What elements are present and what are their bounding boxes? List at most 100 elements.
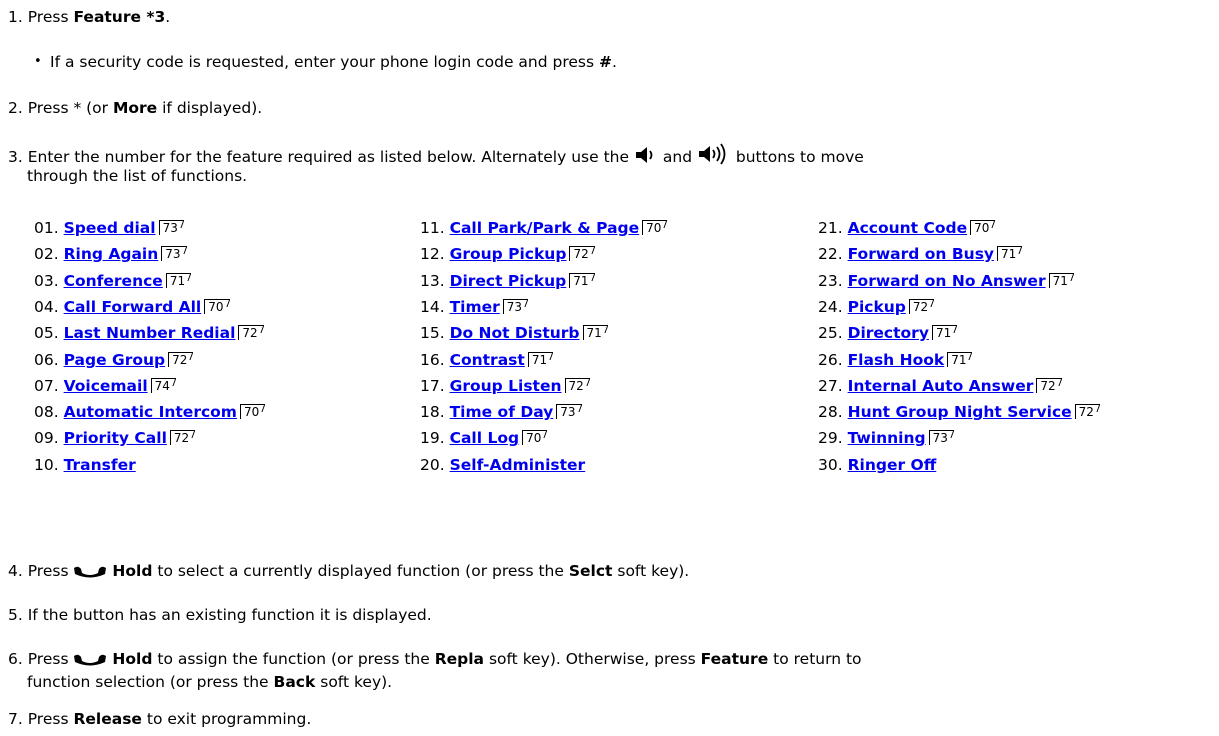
- feature-link[interactable]: Do Not Disturb: [450, 324, 580, 342]
- feature-link[interactable]: Call Log: [450, 429, 519, 447]
- feature-item: 09. Priority Call 72: [34, 428, 196, 448]
- step-text: if displayed).: [157, 99, 263, 117]
- step-text: Press: [27, 8, 74, 26]
- feature-link[interactable]: Group Pickup: [450, 245, 567, 263]
- step-number: 4.: [8, 562, 23, 580]
- step-text: through the list of functions.: [27, 167, 248, 185]
- feature-link[interactable]: Call Forward All: [64, 298, 202, 316]
- feature-link[interactable]: Pickup: [848, 298, 906, 316]
- step-text: Press: [27, 650, 74, 668]
- page-reference[interactable]: 71: [947, 352, 973, 367]
- step-1: 1. Press Feature *3.: [8, 7, 170, 27]
- feature-number: 14.: [420, 298, 445, 316]
- feature-item: 03. Conference 71: [34, 271, 192, 291]
- feature-item: 20. Self-Administer: [420, 455, 585, 475]
- page-reference[interactable]: 70: [970, 220, 996, 235]
- feature-number: 15.: [420, 324, 445, 342]
- feature-number: 25.: [818, 324, 843, 342]
- feature-item: 28. Hunt Group Night Service 72: [818, 402, 1100, 422]
- page-reference[interactable]: 71: [165, 273, 192, 288]
- feature-link[interactable]: Self-Administer: [450, 456, 586, 474]
- more-key: More: [112, 99, 158, 117]
- feature-number: 23.: [818, 272, 843, 290]
- feature-item: 12. Group Pickup 72: [420, 244, 595, 264]
- feature-link[interactable]: Automatic Intercom: [64, 403, 237, 421]
- feature-link[interactable]: Voicemail: [64, 377, 148, 395]
- feature-item: 23. Forward on No Answer 71: [818, 271, 1074, 291]
- step-text: soft key).: [315, 673, 393, 691]
- page-reference[interactable]: 74: [150, 378, 176, 393]
- feature-item: 24. Pickup 72: [818, 297, 935, 317]
- feature-item: 21. Account Code 70: [818, 218, 996, 238]
- feature-link[interactable]: Group Listen: [450, 377, 562, 395]
- feature-link[interactable]: Flash Hook: [848, 351, 945, 369]
- feature-link[interactable]: Direct Pickup: [450, 272, 567, 290]
- feature-number: 16.: [420, 351, 445, 369]
- step-text: Press: [27, 710, 74, 728]
- page-reference[interactable]: 73: [502, 299, 529, 314]
- feature-item: 29. Twinning 73: [818, 428, 954, 448]
- page-reference[interactable]: 73: [161, 246, 187, 261]
- page-reference[interactable]: 70: [642, 220, 668, 235]
- page-reference[interactable]: 71: [582, 325, 608, 340]
- feature-link[interactable]: Transfer: [64, 456, 136, 474]
- step-number: 1.: [8, 8, 23, 26]
- feature-link[interactable]: Last Number Redial: [64, 324, 236, 342]
- feature-link[interactable]: Time of Day: [450, 403, 554, 421]
- step-text: to return to: [768, 650, 862, 668]
- page-reference[interactable]: 70: [239, 404, 266, 419]
- page-reference[interactable]: 70: [204, 299, 230, 314]
- feature-number: 07.: [34, 377, 59, 395]
- feature-link[interactable]: Ringer Off: [848, 456, 937, 474]
- page-reference[interactable]: 71: [931, 325, 958, 340]
- feature-item: 14. Timer 73: [420, 297, 529, 317]
- page-reference[interactable]: 72: [168, 352, 194, 367]
- feature-link[interactable]: Hunt Group Night Service: [848, 403, 1072, 421]
- feature-link[interactable]: Ring Again: [64, 245, 159, 263]
- page-reference[interactable]: 73: [928, 430, 954, 445]
- feature-link[interactable]: Account Code: [848, 219, 968, 237]
- feature-number: 28.: [818, 403, 843, 421]
- step-number: 2.: [8, 99, 23, 117]
- feature-number: 19.: [420, 429, 445, 447]
- feature-key: Feature: [700, 650, 769, 668]
- feature-link[interactable]: Conference: [64, 272, 163, 290]
- feature-link[interactable]: Forward on Busy: [848, 245, 994, 263]
- feature-link[interactable]: Timer: [450, 298, 500, 316]
- feature-item: 07. Voicemail 74: [34, 376, 176, 396]
- page-reference[interactable]: 72: [238, 325, 264, 340]
- feature-link[interactable]: Page Group: [64, 351, 166, 369]
- page-reference[interactable]: 72: [1036, 378, 1062, 393]
- feature-link[interactable]: Call Park/Park & Page: [450, 219, 640, 237]
- feature-link[interactable]: Twinning: [848, 429, 926, 447]
- feature-link[interactable]: Priority Call: [64, 429, 167, 447]
- feature-link[interactable]: Internal Auto Answer: [848, 377, 1034, 395]
- feature-item: 15. Do Not Disturb 71: [420, 323, 608, 343]
- feature-number: 13.: [420, 272, 445, 290]
- feature-number: 04.: [34, 298, 59, 316]
- page-reference[interactable]: 70: [522, 430, 548, 445]
- feature-number: 22.: [818, 245, 843, 263]
- page-reference[interactable]: 71: [1048, 273, 1074, 288]
- step-6-line-2: function selection (or press the Back so…: [27, 672, 392, 692]
- page-reference[interactable]: 72: [908, 299, 935, 314]
- page-reference[interactable]: 73: [158, 220, 184, 235]
- feature-number: 20.: [420, 456, 445, 474]
- feature-link[interactable]: Speed dial: [64, 219, 156, 237]
- feature-link[interactable]: Directory: [848, 324, 929, 342]
- feature-item: 19. Call Log 70: [420, 428, 548, 448]
- page-reference[interactable]: 72: [564, 378, 590, 393]
- page-reference[interactable]: 71: [997, 246, 1023, 261]
- feature-number: 21.: [818, 219, 843, 237]
- page-reference[interactable]: 71: [527, 352, 554, 367]
- page-reference[interactable]: 73: [556, 404, 582, 419]
- page-reference[interactable]: 72: [1074, 404, 1100, 419]
- feature-number: 27.: [818, 377, 843, 395]
- page-reference[interactable]: 72: [169, 430, 196, 445]
- page-reference[interactable]: 71: [569, 273, 595, 288]
- feature-link[interactable]: Contrast: [450, 351, 525, 369]
- feature-number: 29.: [818, 429, 843, 447]
- feature-link[interactable]: Forward on No Answer: [848, 272, 1046, 290]
- feature-number: 17.: [420, 377, 445, 395]
- page-reference[interactable]: 72: [569, 246, 595, 261]
